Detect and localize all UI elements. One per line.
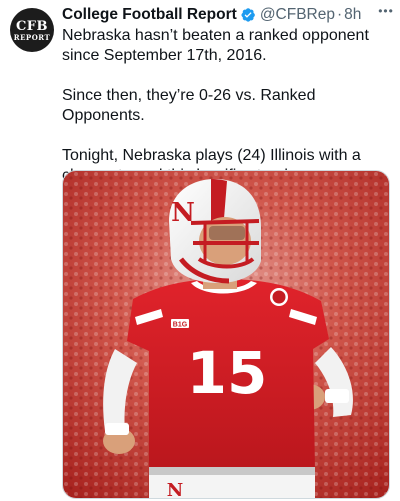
avatar-text-line1: CFB	[15, 18, 49, 34]
football-player-image: B1G 15 N N	[63, 171, 389, 499]
pants-logo-text: N	[167, 480, 183, 499]
more-options-icon[interactable]: •••	[374, 2, 398, 20]
timestamp[interactable]: 8h	[344, 6, 361, 24]
tweet-card[interactable]: CFB REPORT College Football Report @CFBR…	[0, 0, 400, 501]
display-name[interactable]: College Football Report	[62, 6, 237, 24]
helmet-logo-text: N	[171, 198, 195, 228]
user-handle[interactable]: @CFBRep	[260, 6, 335, 24]
jersey-number: 15	[187, 339, 268, 407]
tweet-paragraph: Nebraska hasn’t beaten a ranked opponent…	[62, 27, 374, 64]
tweet-paragraph: Since then, they’re 0-26 vs. Ranked Oppo…	[62, 87, 320, 124]
tweet-text: Nebraska hasn’t beaten a ranked opponent…	[62, 26, 392, 186]
avatar[interactable]: CFB REPORT	[10, 8, 54, 52]
avatar-text-line2: REPORT	[13, 32, 51, 42]
chest-badge-text: B1G	[173, 322, 188, 329]
tweet-content: College Football Report @CFBRep · 8h Neb…	[62, 4, 392, 186]
tweet-media-photo[interactable]: B1G 15 N N	[62, 170, 390, 499]
separator-dot: ·	[336, 6, 343, 23]
verified-badge-icon	[241, 8, 255, 22]
tweet-header: College Football Report @CFBRep · 8h	[62, 4, 392, 26]
